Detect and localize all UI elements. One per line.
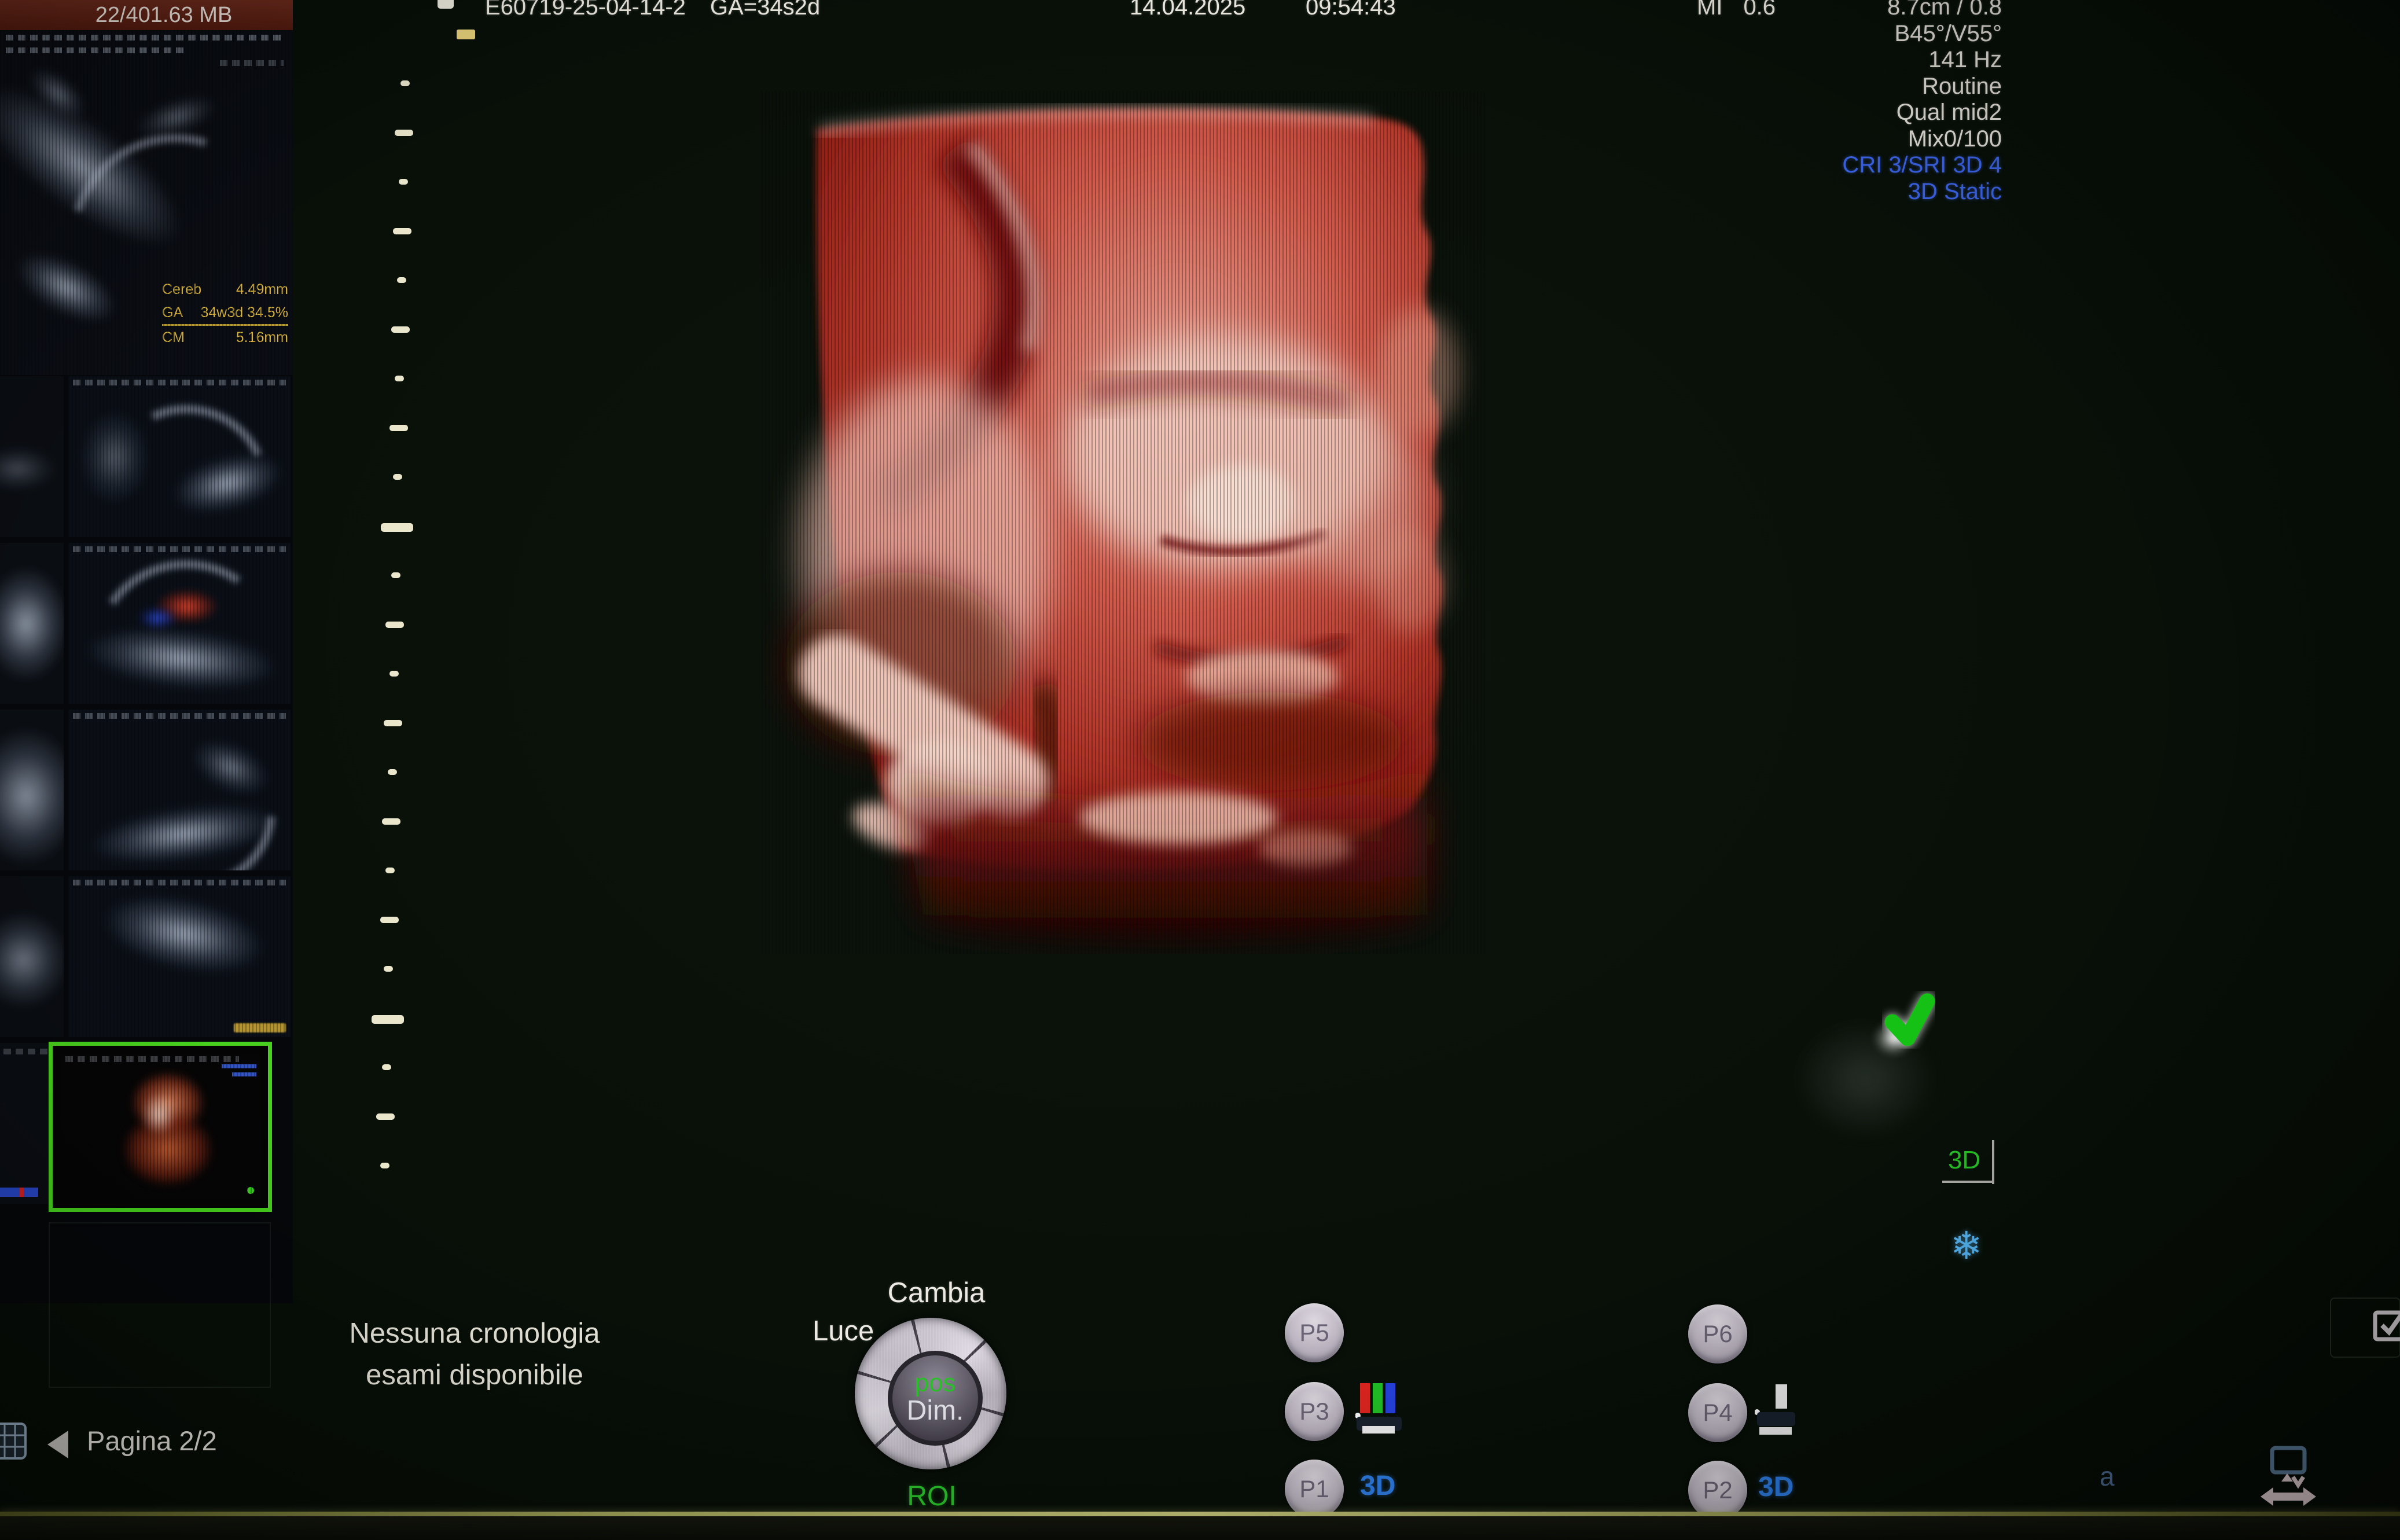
exam-preview-image[interactable]: Cereb 4.49mm GA 34w3d 34.5% CM 5.16mm bbox=[0, 30, 293, 375]
thumbnail-partial-4[interactable] bbox=[0, 876, 64, 1037]
mi-value: 0.6 bbox=[1743, 0, 1776, 20]
ruler-tick bbox=[382, 1064, 391, 1070]
ruler-tick bbox=[380, 917, 399, 923]
ruler-tick bbox=[380, 1163, 389, 1168]
mi-label: MI bbox=[1697, 0, 1722, 20]
measurement-value: 5.16mm bbox=[236, 326, 288, 349]
thumbnail-2-doppler[interactable] bbox=[68, 543, 291, 704]
measurement-overlay: Cereb 4.49mm GA 34w3d 34.5% CM 5.16mm bbox=[162, 278, 288, 349]
ruler-tick bbox=[382, 818, 400, 825]
p2-mode-label: 3D bbox=[1758, 1471, 1793, 1503]
measurement-label: Cereb bbox=[162, 278, 201, 301]
param-quality: Qual mid2 bbox=[1842, 100, 2002, 126]
thumbnail-partial-2[interactable] bbox=[0, 543, 64, 704]
softkey-p6[interactable]: P6 bbox=[1688, 1304, 1747, 1363]
render-mode-annotation: 3D bbox=[1948, 1146, 2000, 1192]
thumbnail-5-selected[interactable] bbox=[49, 1042, 272, 1212]
exam-id-line: E60719-25-04-14-2 GA=34s2d bbox=[485, 0, 820, 20]
ruler-tick bbox=[393, 474, 402, 480]
ruler-tick bbox=[395, 130, 413, 136]
ruler-tick bbox=[376, 1113, 395, 1120]
render-mode-text: 3D bbox=[1948, 1146, 1980, 1174]
ruler-tick bbox=[393, 228, 411, 234]
ruler-tick bbox=[372, 1015, 404, 1024]
ruler-tick bbox=[381, 523, 413, 532]
annotation-underline bbox=[1942, 1181, 1992, 1183]
param-cri-sri: CRI 3/SRI 3D 4 bbox=[1842, 152, 2002, 179]
softkey-p1[interactable]: P1 bbox=[1285, 1460, 1344, 1519]
exam-time: 09:54:43 bbox=[1306, 0, 1396, 20]
screen-divider-line bbox=[0, 1512, 2400, 1516]
measurement-label: CM bbox=[162, 326, 185, 349]
exam-date: 14.04.2025 bbox=[1130, 0, 1245, 20]
dial-center-bottom-label: Dim. bbox=[892, 1396, 978, 1426]
ruler-tick bbox=[395, 376, 404, 381]
history-line-2: esami disponibile bbox=[301, 1354, 648, 1396]
ruler-tick bbox=[389, 425, 408, 431]
annotation-caret bbox=[1992, 1140, 1994, 1184]
measurement-value: 4.49mm bbox=[236, 278, 288, 301]
history-line-1: Nessuna cronologia bbox=[301, 1313, 648, 1354]
freeze-icon: ❄ bbox=[1950, 1223, 1982, 1268]
memory-status-bar: 22/401.63 MB bbox=[0, 0, 293, 30]
ruler-tick bbox=[384, 966, 393, 972]
ruler-tick bbox=[385, 622, 404, 628]
fetus-3d-render bbox=[762, 91, 1485, 954]
ruler-tick bbox=[384, 720, 402, 726]
thumbnail-1[interactable] bbox=[68, 376, 291, 537]
focus-marker bbox=[457, 30, 475, 39]
thumbnail-partial-1[interactable] bbox=[0, 376, 64, 537]
p1-mode-label: 3D bbox=[1360, 1470, 1395, 1502]
previous-page-arrow[interactable] bbox=[47, 1431, 68, 1458]
trackball-pointer-icon bbox=[1882, 991, 1935, 1049]
ruler-tick bbox=[399, 179, 408, 185]
gestational-age: GA=34s2d bbox=[710, 0, 820, 20]
annotation-letter: a bbox=[2100, 1461, 2115, 1492]
bw-print-icon bbox=[1755, 1384, 1802, 1436]
exam-id: E60719-25-04-14-2 bbox=[485, 0, 686, 20]
ultrasound-screen: 22/401.63 MB Cereb 4.49mm GA 34w3d 34.5% C… bbox=[0, 0, 2400, 1540]
ruler-tick bbox=[391, 572, 400, 578]
ruler-tick bbox=[391, 326, 410, 333]
param-depth-gain: 8.7cm / 0.8 bbox=[1842, 0, 2002, 21]
measurement-value: 34w3d 34.5% bbox=[200, 301, 288, 324]
confirm-checkbox[interactable] bbox=[2373, 1308, 2400, 1341]
imaging-parameters: 8.7cm / 0.8 B45°/V55° 141 Hz Routine Qua… bbox=[1842, 0, 2002, 205]
softkey-p4[interactable]: P4 bbox=[1688, 1383, 1747, 1442]
dial-center-button[interactable]: pos Dim. bbox=[888, 1351, 983, 1446]
ruler-tick bbox=[389, 671, 399, 677]
softkey-p2[interactable]: P2 bbox=[1688, 1461, 1747, 1520]
param-preset: Routine bbox=[1842, 73, 2002, 100]
ruler-tick bbox=[385, 868, 395, 873]
thumbnail-partial-3[interactable] bbox=[0, 710, 64, 870]
param-frequency: 141 Hz bbox=[1842, 47, 2002, 73]
bottom-bezel bbox=[0, 1516, 2400, 1540]
doppler-scale-bar bbox=[0, 1188, 38, 1197]
exam-history-message: Nessuna cronologia esami disponibile bbox=[301, 1313, 648, 1396]
dial-center-top-label: pos bbox=[892, 1370, 978, 1396]
thumbnail-4[interactable] bbox=[68, 876, 291, 1037]
ruler-top-marker bbox=[438, 0, 454, 9]
ruler-tick bbox=[388, 769, 397, 775]
thumbnail-marker-dot bbox=[247, 1187, 254, 1194]
thumbnail-grid-icon[interactable] bbox=[0, 1423, 27, 1460]
pan-move-icon bbox=[2258, 1445, 2318, 1517]
param-mode: 3D Static bbox=[1842, 179, 2002, 205]
measurement-label: GA bbox=[162, 301, 183, 324]
dial-label-top: Cambia bbox=[861, 1277, 1012, 1309]
dial-label-left: Luce bbox=[813, 1315, 874, 1347]
trackball-function-dial[interactable]: pos Dim. bbox=[855, 1318, 1006, 1469]
ruler-tick bbox=[400, 80, 410, 86]
mechanical-index: MI 0.6 bbox=[1697, 0, 1776, 20]
softkey-p3[interactable]: P3 bbox=[1285, 1382, 1344, 1441]
rgb-print-icon bbox=[1355, 1383, 1403, 1436]
page-indicator: Pagina 2/2 bbox=[87, 1425, 217, 1457]
param-angles: B45°/V55° bbox=[1842, 21, 2002, 47]
empty-thumbnail-cell bbox=[49, 1222, 271, 1388]
thumbnail-3[interactable] bbox=[68, 710, 291, 870]
softkey-p5[interactable]: P5 bbox=[1285, 1303, 1344, 1362]
param-mix: Mix0/100 bbox=[1842, 126, 2002, 153]
dial-label-bottom: ROI bbox=[894, 1480, 969, 1512]
ruler-tick bbox=[397, 277, 406, 283]
